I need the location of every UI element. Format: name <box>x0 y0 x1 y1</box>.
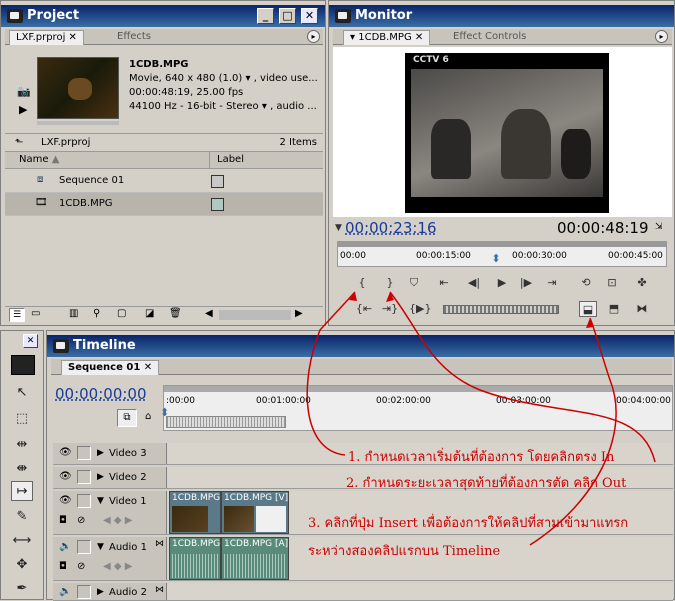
arrowhead-insert <box>586 318 594 328</box>
annotation-step-3a: 3. คลิกที่ปุ่ม Insert เพื่อต้องการให้คลิ… <box>308 516 629 531</box>
annotation-step-3b: ระหว่างสองคลิปแรกบน Timeline <box>308 544 501 559</box>
arrow-to-insert <box>529 317 617 546</box>
arrow-to-mark-out <box>389 291 656 463</box>
annotation-step-2: 2. กำหนดระยะเวลาสุดท้ายที่ต้องการตัด คลิ… <box>346 476 627 491</box>
annotation-step-1: 1. กำหนดเวลาเริ่มต้นที่ต้องการ โดยคลิกตร… <box>348 450 615 465</box>
annotation-arrows <box>306 291 656 546</box>
arrowhead-out <box>386 292 394 302</box>
arrow-to-mark-in <box>306 291 356 456</box>
